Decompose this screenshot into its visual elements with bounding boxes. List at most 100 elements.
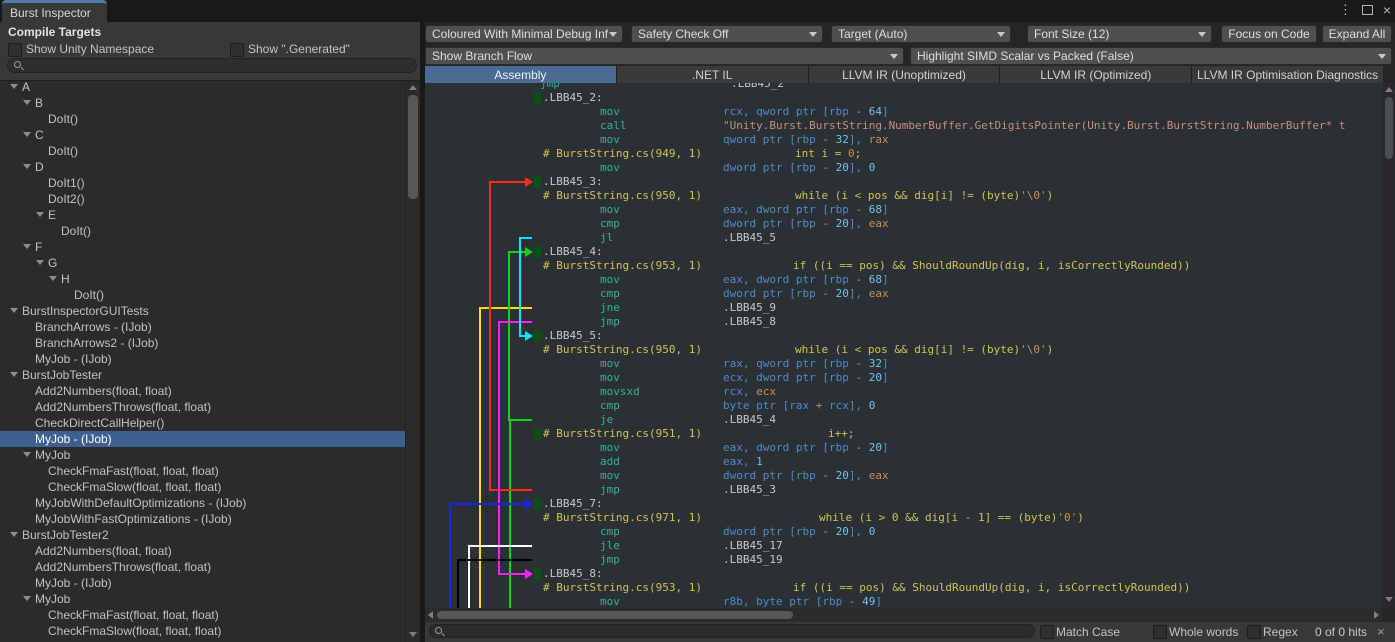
expand-triangle-icon[interactable]: [10, 532, 18, 537]
tree-item[interactable]: G: [0, 255, 405, 271]
find-input[interactable]: [429, 624, 1035, 638]
expand-triangle-icon[interactable]: [23, 452, 31, 457]
expand-triangle-icon[interactable]: [10, 84, 18, 89]
tree-item[interactable]: BurstInspectorGUITests: [0, 303, 405, 319]
expand-triangle-icon[interactable]: [10, 308, 18, 313]
code-hscrollbar-thumb[interactable]: [437, 611, 793, 619]
close-find-icon[interactable]: ×: [1377, 624, 1385, 639]
button-1[interactable]: Expand All: [1322, 25, 1392, 43]
button-0[interactable]: Focus on Code: [1221, 25, 1317, 43]
dropdown-1[interactable]: Safety Check Off: [631, 25, 823, 43]
tree-item[interactable]: C: [0, 127, 405, 143]
maximize-icon[interactable]: [1362, 5, 1373, 15]
scroll-down-icon[interactable]: [1385, 597, 1393, 602]
code-run: .LBB45_8: [723, 315, 776, 329]
target-filter-input[interactable]: [7, 58, 417, 73]
show-generated-checkbox[interactable]: [230, 43, 244, 57]
dropdown-3[interactable]: Font Size (12): [1027, 25, 1212, 43]
tree-item[interactable]: CheckFmaFast(float, float, float): [0, 607, 405, 623]
tree-item[interactable]: Add2NumbersThrows(float, float): [0, 559, 405, 575]
tree-item[interactable]: H: [0, 271, 405, 287]
expand-triangle-icon[interactable]: [36, 212, 44, 217]
tree-item[interactable]: B: [0, 95, 405, 111]
code-run: cmp: [600, 217, 620, 231]
whole-words-checkbox[interactable]: [1153, 625, 1167, 639]
tree-item[interactable]: DoIt2(): [0, 191, 405, 207]
code-horizontal-scrollbar[interactable]: [425, 608, 1383, 622]
block-marker: [534, 246, 541, 258]
tab-llvm-ir-optimized-[interactable]: LLVM IR (Optimized): [1000, 66, 1191, 83]
tree-item[interactable]: CheckDirectCallHelper(): [0, 415, 405, 431]
tab-llvm-ir-optimisation-diagnostics[interactable]: LLVM IR Optimisation Diagnostics: [1192, 66, 1383, 83]
tree-item[interactable]: DoIt(): [0, 287, 405, 303]
tree-scrollbar[interactable]: [405, 81, 420, 642]
tree-item[interactable]: Add2NumbersThrows(float, float): [0, 399, 405, 415]
show-unity-namespace-checkbox[interactable]: [8, 43, 22, 57]
control-label: Safety Check Off: [632, 27, 809, 41]
tree-item[interactable]: BurstJobTester: [0, 367, 405, 383]
expand-triangle-icon[interactable]: [10, 372, 18, 377]
expand-triangle-icon[interactable]: [23, 132, 31, 137]
tree-item[interactable]: DoIt(): [0, 223, 405, 239]
tree-item[interactable]: Add2Numbers(float, float): [0, 383, 405, 399]
tree-item-label: MyJobWithDefaultOptimizations - (IJob): [35, 495, 246, 511]
chevron-down-icon: [809, 32, 817, 37]
tree-item[interactable]: MyJob: [0, 447, 405, 463]
chevron-down-icon: [890, 54, 898, 59]
code-run: .LBB45_7:: [543, 497, 603, 511]
tree-item[interactable]: MyJobWithFastOptimizations - (IJob): [0, 511, 405, 527]
expand-triangle-icon[interactable]: [23, 244, 31, 249]
tree-item[interactable]: E: [0, 207, 405, 223]
tab-assembly[interactable]: Assembly: [425, 66, 616, 83]
dropdown-r2-1[interactable]: Highlight SIMD Scalar vs Packed (False): [910, 47, 1392, 65]
tree-item[interactable]: DoIt(): [0, 143, 405, 159]
scroll-up-icon[interactable]: [409, 85, 417, 90]
tree-item[interactable]: DoIt1(): [0, 175, 405, 191]
expand-triangle-icon[interactable]: [23, 100, 31, 105]
tree-item[interactable]: DoIt(): [0, 111, 405, 127]
pane-title: Compile Targets: [8, 25, 101, 39]
scroll-right-icon[interactable]: [1374, 611, 1379, 619]
scroll-down-icon[interactable]: [409, 632, 417, 637]
window-menu-icon[interactable]: ⋮: [1339, 3, 1352, 17]
tree-item[interactable]: Add2Numbers(float, float): [0, 543, 405, 559]
tree-item[interactable]: MyJob - (IJob): [0, 431, 405, 447]
scroll-left-icon[interactable]: [428, 611, 433, 619]
expand-triangle-icon[interactable]: [36, 260, 44, 265]
expand-triangle-icon[interactable]: [23, 164, 31, 169]
control-label: Expand All: [1329, 27, 1386, 41]
match-case-checkbox[interactable]: [1040, 625, 1054, 639]
tree-item[interactable]: BranchArrows - (IJob): [0, 319, 405, 335]
tree-item-label: BurstJobTester2: [22, 527, 109, 543]
show-unity-namespace-label: Show Unity Namespace: [26, 42, 154, 56]
tab-burst-inspector[interactable]: Burst Inspector: [2, 0, 107, 22]
tab--net-il[interactable]: .NET IL: [617, 66, 808, 83]
tree-item[interactable]: MyJobWithDefaultOptimizations - (IJob): [0, 495, 405, 511]
tree-item[interactable]: D: [0, 159, 405, 175]
code-vscrollbar-thumb[interactable]: [1385, 97, 1393, 159]
tree-item[interactable]: BranchArrows2 - (IJob): [0, 335, 405, 351]
tree-item[interactable]: F: [0, 239, 405, 255]
match-case-label: Match Case: [1056, 625, 1120, 639]
dropdown-0[interactable]: Coloured With Minimal Debug Inf: [425, 25, 623, 43]
tab-llvm-ir-unoptimized-[interactable]: LLVM IR (Unoptimized): [809, 66, 1000, 83]
close-icon[interactable]: ×: [1383, 3, 1391, 17]
tree-item[interactable]: A: [0, 80, 405, 95]
regex-checkbox[interactable]: [1247, 625, 1261, 639]
dropdown-2[interactable]: Target (Auto): [831, 25, 1011, 43]
code-vertical-scrollbar[interactable]: [1383, 83, 1395, 608]
dropdown-r2-0[interactable]: Show Branch Flow: [425, 47, 904, 65]
tree-item[interactable]: CheckFmaFast(float, float, float): [0, 463, 405, 479]
tree-scrollbar-thumb[interactable]: [408, 95, 418, 199]
tree-item[interactable]: MyJob - (IJob): [0, 351, 405, 367]
tree-item[interactable]: MyJob - (IJob): [0, 575, 405, 591]
assembly-code-view[interactable]: jmp.LBB45_2.LBB45_2:movrcx, qword ptr [r…: [425, 83, 1383, 608]
tree-item-label: DoIt(): [74, 287, 104, 303]
tree-item[interactable]: BurstJobTester2: [0, 527, 405, 543]
tree-item[interactable]: CheckFmaSlow(float, float, float): [0, 479, 405, 495]
tree-item[interactable]: CheckFmaSlow(float, float, float): [0, 623, 405, 639]
expand-triangle-icon[interactable]: [23, 596, 31, 601]
tree-item[interactable]: MyJob: [0, 591, 405, 607]
expand-triangle-icon[interactable]: [49, 276, 57, 281]
scroll-up-icon[interactable]: [1385, 87, 1393, 92]
